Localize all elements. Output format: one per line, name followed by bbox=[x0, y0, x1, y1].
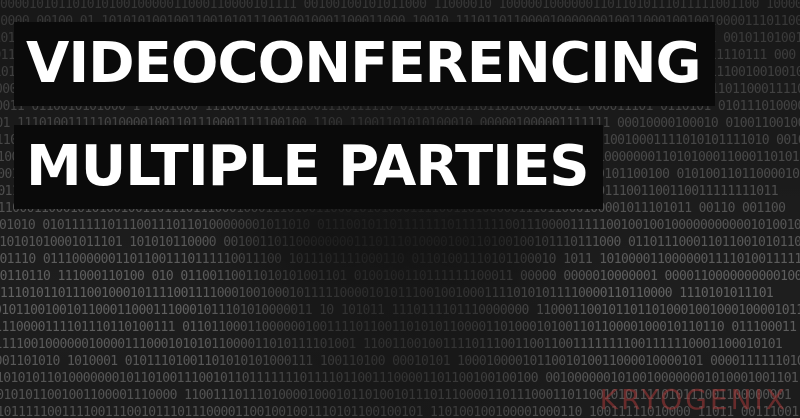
title-line-1: VIDEOCONFERENCING bbox=[14, 22, 715, 106]
binary-row: 01110000111101110110100111 0110110001100… bbox=[0, 320, 797, 335]
watermark: KRYOGENIX bbox=[599, 383, 788, 416]
binary-row: 001001101010 1010001 0101110100110101010… bbox=[0, 354, 800, 369]
binary-row: 0000110110 111000110100 010 011001100110… bbox=[0, 269, 800, 284]
banner: 0000101011010101001000001100011000010111… bbox=[0, 0, 800, 418]
binary-row: 0000101011010101001000001100011000010111… bbox=[0, 0, 800, 12]
binary-row: 1001111010110111001000101111001111000100… bbox=[0, 286, 774, 301]
binary-row: 0101110 01110000001101100111011111001110… bbox=[0, 252, 800, 267]
binary-row: 010101010001011101 101010110000 00100110… bbox=[0, 235, 800, 250]
binary-row: 01010 0101111110111001110110100000001011… bbox=[0, 218, 800, 233]
binary-row: 0111110010000001000011100010101011000011… bbox=[0, 337, 783, 352]
title-line-2: MULTIPLE PARTIES bbox=[14, 125, 603, 209]
binary-row: 0101100100101100011000111000101110101000… bbox=[0, 303, 800, 318]
